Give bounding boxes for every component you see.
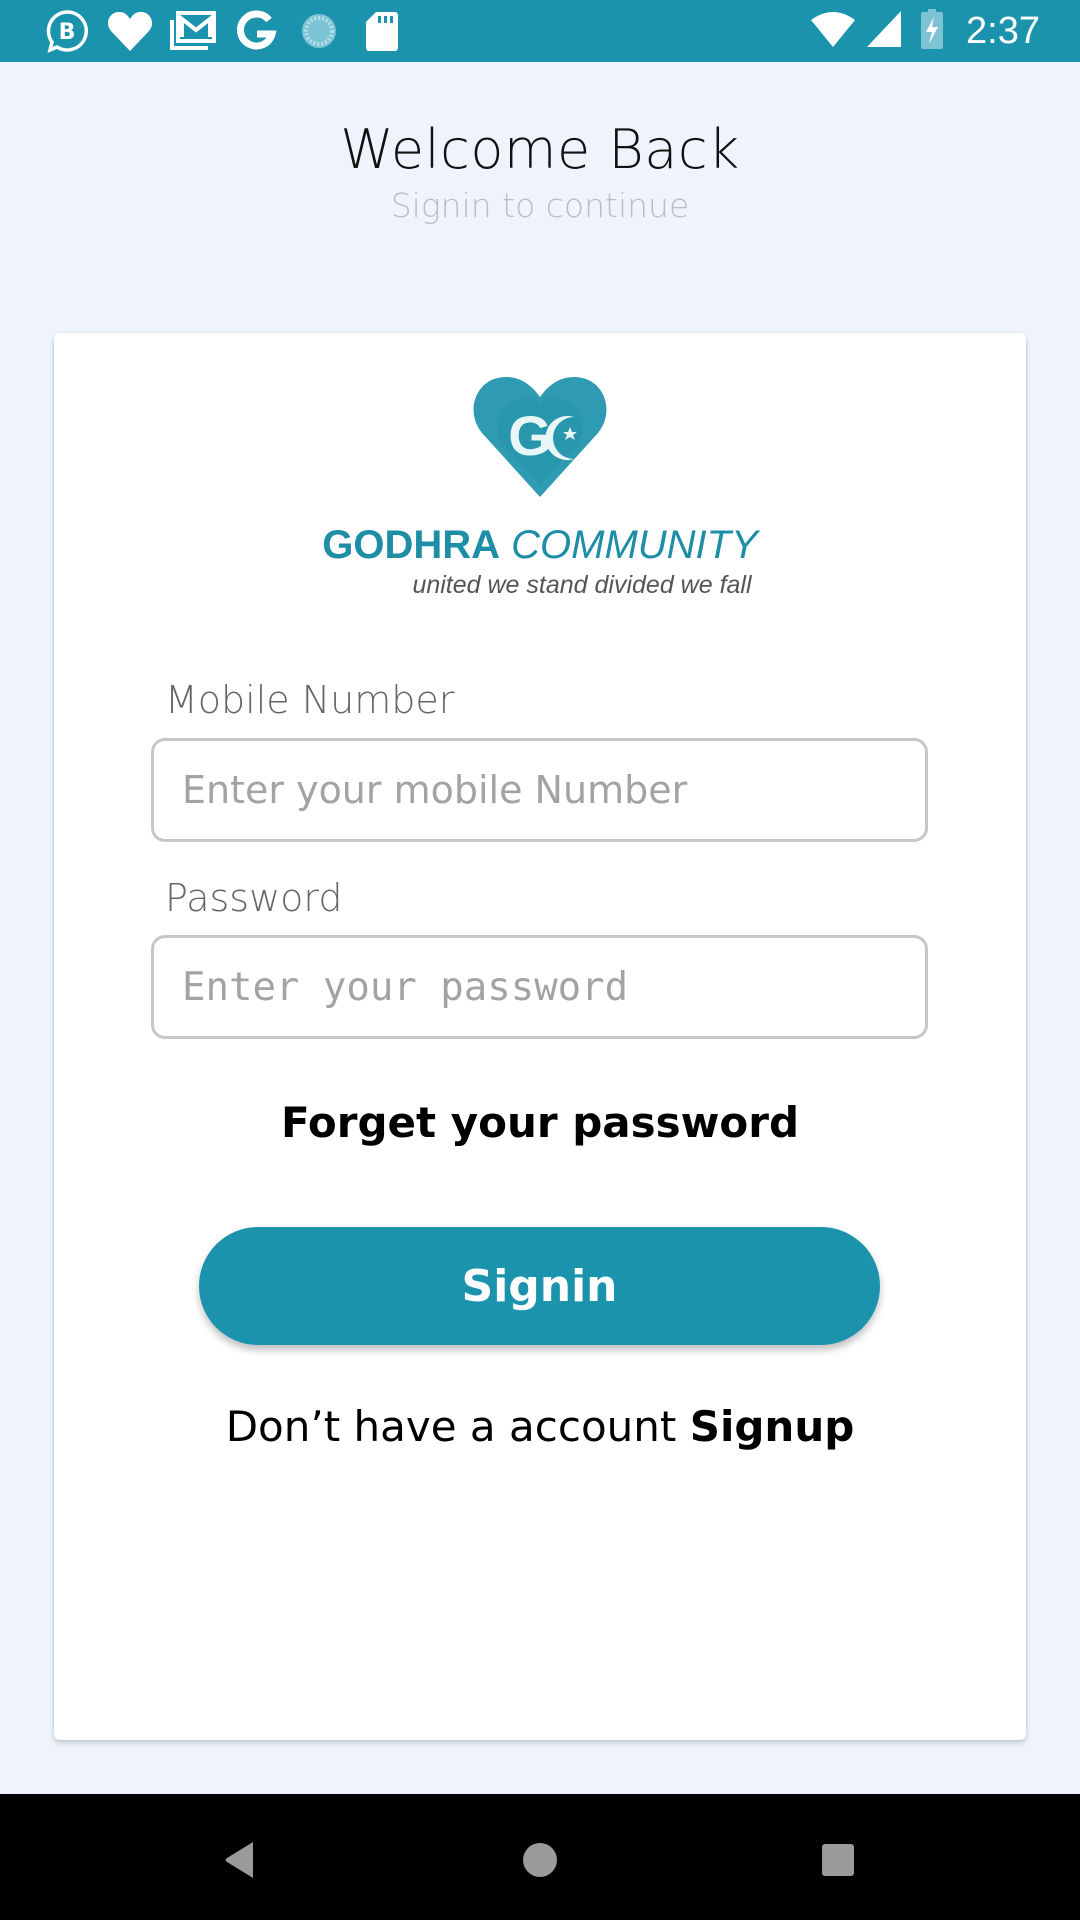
signup-prompt: Don’t have a account Signup — [54, 1402, 1026, 1451]
business-chat-icon: B — [44, 8, 90, 54]
signal-icon — [866, 10, 902, 52]
sync-icon — [296, 8, 342, 54]
status-bar: B 2:37 — [0, 0, 1080, 62]
page-subtitle: Signin to continue — [390, 186, 690, 225]
system-status: 2:37 — [810, 0, 1040, 62]
logo-name-light: COMMUNITY — [511, 523, 758, 567]
heart-icon — [107, 8, 153, 54]
wifi-icon — [810, 10, 856, 52]
mobile-number-input[interactable] — [151, 738, 928, 842]
logo-name: GODHRA COMMUNITY — [54, 523, 1026, 568]
google-icon — [233, 8, 279, 54]
home-icon — [523, 1843, 557, 1877]
signup-prompt-text: Don’t have a account — [225, 1402, 690, 1451]
recents-icon — [822, 1844, 854, 1876]
logo-tagline: united we stand divided we fall — [412, 571, 752, 599]
page-title: Welcome Back — [340, 118, 740, 181]
back-button[interactable] — [210, 1830, 270, 1890]
logo-name-bold: GODHRA — [322, 523, 500, 567]
clock: 2:37 — [966, 9, 1040, 52]
mobile-label: Mobile Number — [165, 678, 455, 722]
svg-text:B: B — [59, 20, 76, 45]
logo-heart-icon: G — [473, 377, 607, 497]
signin-button[interactable]: Signin — [199, 1227, 880, 1345]
signup-link[interactable]: Signup — [690, 1402, 855, 1451]
login-card: G GODHRA COMMUNITY united we stand divid… — [54, 333, 1026, 1740]
battery-charging-icon — [920, 8, 944, 54]
sd-card-icon — [359, 8, 405, 54]
password-input[interactable] — [151, 935, 928, 1039]
gmail-icon — [170, 8, 216, 54]
back-icon — [225, 1842, 253, 1878]
navigation-bar — [0, 1794, 1080, 1920]
forgot-password-link[interactable]: Forget your password — [54, 1098, 1026, 1147]
recents-button[interactable] — [808, 1830, 868, 1890]
notification-icons: B — [44, 0, 422, 62]
home-button[interactable] — [510, 1830, 570, 1890]
svg-text:G: G — [508, 404, 552, 467]
password-label: Password — [165, 876, 343, 920]
